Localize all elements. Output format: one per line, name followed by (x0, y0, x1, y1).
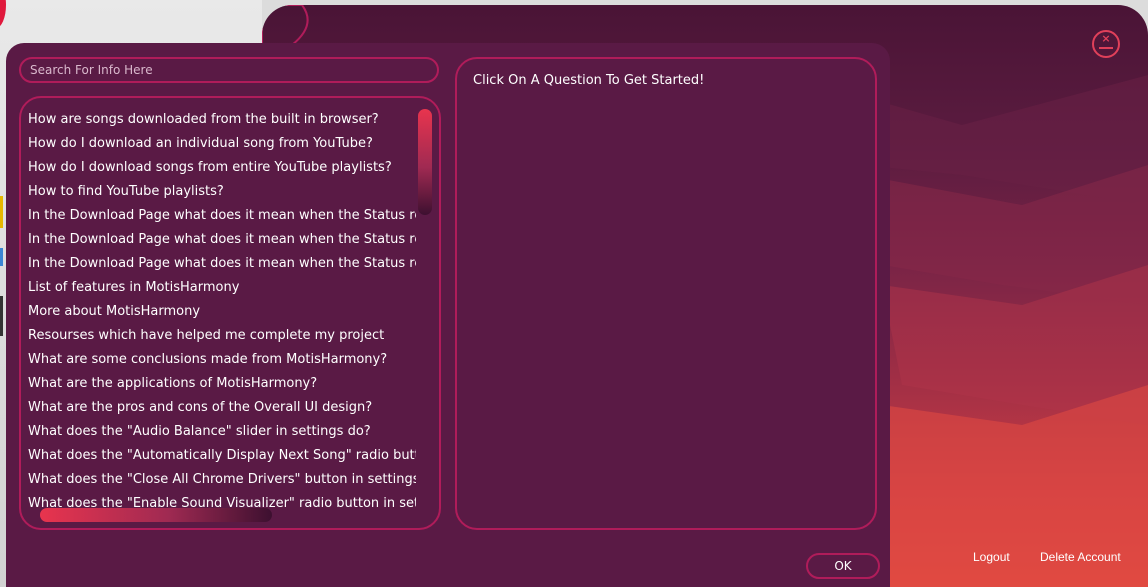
logout-link[interactable]: Logout (973, 550, 1010, 564)
list-item[interactable]: In the Download Page what does it mean w… (28, 204, 416, 228)
list-item[interactable]: How do I download songs from entire YouT… (28, 156, 416, 180)
horizontal-scrollbar[interactable] (40, 508, 272, 522)
question-items: How are songs downloaded from the built … (28, 108, 416, 516)
delete-account-link[interactable]: Delete Account (1040, 550, 1121, 564)
ok-button[interactable]: OK (806, 553, 880, 579)
question-list: How are songs downloaded from the built … (19, 96, 441, 530)
desktop-app-icon[interactable] (0, 0, 6, 28)
list-item[interactable]: Resourses which have helped me complete … (28, 324, 416, 348)
answer-panel: Click On A Question To Get Started! (455, 57, 877, 530)
list-item[interactable]: What are the applications of MotisHarmon… (28, 372, 416, 396)
list-item[interactable]: In the Download Page what does it mean w… (28, 228, 416, 252)
answer-text: Click On A Question To Get Started! (473, 73, 705, 88)
desktop-app-icon[interactable] (0, 248, 3, 266)
list-item[interactable]: What does the "Audio Balance" slider in … (28, 420, 416, 444)
faq-dialog: How are songs downloaded from the built … (6, 43, 890, 587)
list-item[interactable]: More about MotisHarmony (28, 300, 416, 324)
list-item[interactable]: How do I download an individual song fro… (28, 132, 416, 156)
search-input[interactable] (19, 57, 439, 83)
close-icon[interactable]: × (1092, 30, 1120, 58)
list-item[interactable]: What are some conclusions made from Moti… (28, 348, 416, 372)
list-item[interactable]: How to find YouTube playlists? (28, 180, 416, 204)
vertical-scrollbar[interactable] (418, 109, 432, 215)
desktop-file-icon[interactable] (0, 296, 3, 336)
list-item[interactable]: What are the pros and cons of the Overal… (28, 396, 416, 420)
desktop-folder-icon[interactable] (0, 196, 3, 228)
list-item[interactable]: What does the "Automatically Display Nex… (28, 444, 416, 468)
list-item[interactable]: In the Download Page what does it mean w… (28, 252, 416, 276)
list-item[interactable]: What does the "Close All Chrome Drivers"… (28, 468, 416, 492)
list-item[interactable]: List of features in MotisHarmony (28, 276, 416, 300)
list-item[interactable]: How are songs downloaded from the built … (28, 108, 416, 132)
